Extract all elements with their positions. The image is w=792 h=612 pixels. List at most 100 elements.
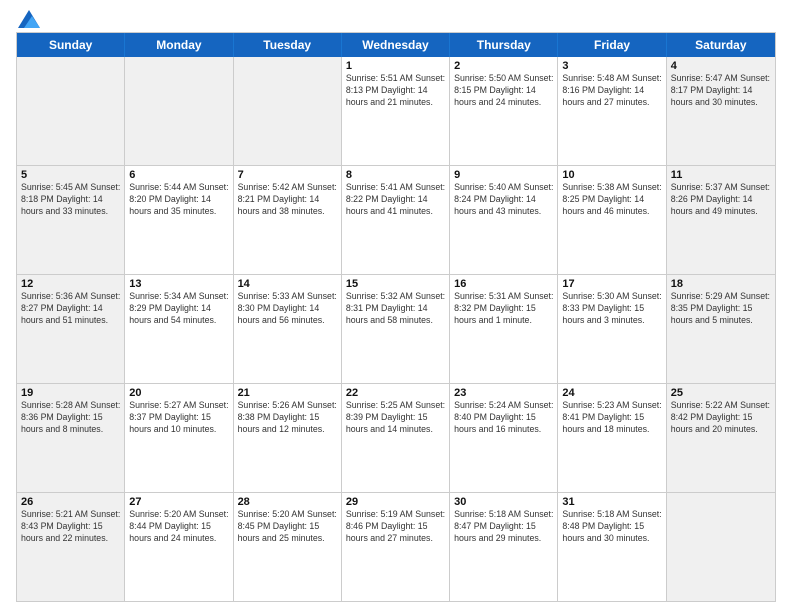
day-number: 25 — [671, 387, 771, 399]
day-info: Sunrise: 5:38 AM Sunset: 8:25 PM Dayligh… — [562, 182, 661, 218]
calendar-cell-18: 18Sunrise: 5:29 AM Sunset: 8:35 PM Dayli… — [667, 275, 775, 383]
day-info: Sunrise: 5:34 AM Sunset: 8:29 PM Dayligh… — [129, 291, 228, 327]
calendar-cell-15: 15Sunrise: 5:32 AM Sunset: 8:31 PM Dayli… — [342, 275, 450, 383]
weekday-tuesday: Tuesday — [234, 33, 342, 57]
calendar-row-1: 5Sunrise: 5:45 AM Sunset: 8:18 PM Daylig… — [17, 166, 775, 275]
day-info: Sunrise: 5:42 AM Sunset: 8:21 PM Dayligh… — [238, 182, 337, 218]
day-info: Sunrise: 5:51 AM Sunset: 8:13 PM Dayligh… — [346, 73, 445, 109]
calendar-cell-empty-4-6 — [667, 493, 775, 601]
day-number: 30 — [454, 496, 553, 508]
day-info: Sunrise: 5:32 AM Sunset: 8:31 PM Dayligh… — [346, 291, 445, 327]
calendar-cell-16: 16Sunrise: 5:31 AM Sunset: 8:32 PM Dayli… — [450, 275, 558, 383]
day-number: 16 — [454, 278, 553, 290]
day-number: 2 — [454, 60, 553, 72]
day-info: Sunrise: 5:25 AM Sunset: 8:39 PM Dayligh… — [346, 400, 445, 436]
day-number: 26 — [21, 496, 120, 508]
day-number: 17 — [562, 278, 661, 290]
calendar-cell-6: 6Sunrise: 5:44 AM Sunset: 8:20 PM Daylig… — [125, 166, 233, 274]
calendar-cell-25: 25Sunrise: 5:22 AM Sunset: 8:42 PM Dayli… — [667, 384, 775, 492]
day-info: Sunrise: 5:36 AM Sunset: 8:27 PM Dayligh… — [21, 291, 120, 327]
day-info: Sunrise: 5:20 AM Sunset: 8:44 PM Dayligh… — [129, 509, 228, 545]
day-info: Sunrise: 5:31 AM Sunset: 8:32 PM Dayligh… — [454, 291, 553, 327]
day-info: Sunrise: 5:22 AM Sunset: 8:42 PM Dayligh… — [671, 400, 771, 436]
calendar-cell-7: 7Sunrise: 5:42 AM Sunset: 8:21 PM Daylig… — [234, 166, 342, 274]
day-info: Sunrise: 5:23 AM Sunset: 8:41 PM Dayligh… — [562, 400, 661, 436]
day-info: Sunrise: 5:20 AM Sunset: 8:45 PM Dayligh… — [238, 509, 337, 545]
calendar-cell-22: 22Sunrise: 5:25 AM Sunset: 8:39 PM Dayli… — [342, 384, 450, 492]
calendar-cell-3: 3Sunrise: 5:48 AM Sunset: 8:16 PM Daylig… — [558, 57, 666, 165]
calendar-row-3: 19Sunrise: 5:28 AM Sunset: 8:36 PM Dayli… — [17, 384, 775, 493]
day-number: 24 — [562, 387, 661, 399]
calendar-cell-10: 10Sunrise: 5:38 AM Sunset: 8:25 PM Dayli… — [558, 166, 666, 274]
calendar-cell-empty-0-0 — [17, 57, 125, 165]
day-number: 31 — [562, 496, 661, 508]
day-info: Sunrise: 5:18 AM Sunset: 8:47 PM Dayligh… — [454, 509, 553, 545]
weekday-friday: Friday — [558, 33, 666, 57]
day-number: 4 — [671, 60, 771, 72]
day-info: Sunrise: 5:19 AM Sunset: 8:46 PM Dayligh… — [346, 509, 445, 545]
calendar-cell-2: 2Sunrise: 5:50 AM Sunset: 8:15 PM Daylig… — [450, 57, 558, 165]
calendar-cell-19: 19Sunrise: 5:28 AM Sunset: 8:36 PM Dayli… — [17, 384, 125, 492]
day-number: 20 — [129, 387, 228, 399]
day-info: Sunrise: 5:48 AM Sunset: 8:16 PM Dayligh… — [562, 73, 661, 109]
calendar-cell-27: 27Sunrise: 5:20 AM Sunset: 8:44 PM Dayli… — [125, 493, 233, 601]
calendar-cell-20: 20Sunrise: 5:27 AM Sunset: 8:37 PM Dayli… — [125, 384, 233, 492]
day-info: Sunrise: 5:45 AM Sunset: 8:18 PM Dayligh… — [21, 182, 120, 218]
weekday-sunday: Sunday — [17, 33, 125, 57]
day-info: Sunrise: 5:27 AM Sunset: 8:37 PM Dayligh… — [129, 400, 228, 436]
calendar-cell-8: 8Sunrise: 5:41 AM Sunset: 8:22 PM Daylig… — [342, 166, 450, 274]
day-info: Sunrise: 5:21 AM Sunset: 8:43 PM Dayligh… — [21, 509, 120, 545]
day-info: Sunrise: 5:26 AM Sunset: 8:38 PM Dayligh… — [238, 400, 337, 436]
header — [16, 10, 776, 24]
day-number: 19 — [21, 387, 120, 399]
calendar-cell-21: 21Sunrise: 5:26 AM Sunset: 8:38 PM Dayli… — [234, 384, 342, 492]
calendar-row-0: 1Sunrise: 5:51 AM Sunset: 8:13 PM Daylig… — [17, 57, 775, 166]
logo-icon — [18, 10, 40, 28]
calendar-cell-26: 26Sunrise: 5:21 AM Sunset: 8:43 PM Dayli… — [17, 493, 125, 601]
calendar-row-4: 26Sunrise: 5:21 AM Sunset: 8:43 PM Dayli… — [17, 493, 775, 601]
day-number: 22 — [346, 387, 445, 399]
day-number: 10 — [562, 169, 661, 181]
day-info: Sunrise: 5:44 AM Sunset: 8:20 PM Dayligh… — [129, 182, 228, 218]
day-number: 28 — [238, 496, 337, 508]
day-number: 7 — [238, 169, 337, 181]
calendar-cell-11: 11Sunrise: 5:37 AM Sunset: 8:26 PM Dayli… — [667, 166, 775, 274]
calendar-cell-29: 29Sunrise: 5:19 AM Sunset: 8:46 PM Dayli… — [342, 493, 450, 601]
day-number: 23 — [454, 387, 553, 399]
calendar-cell-5: 5Sunrise: 5:45 AM Sunset: 8:18 PM Daylig… — [17, 166, 125, 274]
day-info: Sunrise: 5:33 AM Sunset: 8:30 PM Dayligh… — [238, 291, 337, 327]
day-info: Sunrise: 5:47 AM Sunset: 8:17 PM Dayligh… — [671, 73, 771, 109]
day-number: 21 — [238, 387, 337, 399]
weekday-monday: Monday — [125, 33, 233, 57]
calendar-row-2: 12Sunrise: 5:36 AM Sunset: 8:27 PM Dayli… — [17, 275, 775, 384]
day-number: 15 — [346, 278, 445, 290]
day-number: 5 — [21, 169, 120, 181]
day-info: Sunrise: 5:50 AM Sunset: 8:15 PM Dayligh… — [454, 73, 553, 109]
logo — [16, 10, 40, 24]
day-info: Sunrise: 5:37 AM Sunset: 8:26 PM Dayligh… — [671, 182, 771, 218]
day-number: 13 — [129, 278, 228, 290]
day-number: 14 — [238, 278, 337, 290]
day-info: Sunrise: 5:29 AM Sunset: 8:35 PM Dayligh… — [671, 291, 771, 327]
day-info: Sunrise: 5:40 AM Sunset: 8:24 PM Dayligh… — [454, 182, 553, 218]
page: SundayMondayTuesdayWednesdayThursdayFrid… — [0, 0, 792, 612]
day-number: 12 — [21, 278, 120, 290]
calendar-cell-28: 28Sunrise: 5:20 AM Sunset: 8:45 PM Dayli… — [234, 493, 342, 601]
calendar-cell-13: 13Sunrise: 5:34 AM Sunset: 8:29 PM Dayli… — [125, 275, 233, 383]
day-number: 9 — [454, 169, 553, 181]
weekday-thursday: Thursday — [450, 33, 558, 57]
calendar-cell-17: 17Sunrise: 5:30 AM Sunset: 8:33 PM Dayli… — [558, 275, 666, 383]
calendar-cell-30: 30Sunrise: 5:18 AM Sunset: 8:47 PM Dayli… — [450, 493, 558, 601]
day-number: 18 — [671, 278, 771, 290]
calendar-cell-23: 23Sunrise: 5:24 AM Sunset: 8:40 PM Dayli… — [450, 384, 558, 492]
day-number: 27 — [129, 496, 228, 508]
day-number: 3 — [562, 60, 661, 72]
calendar-cell-empty-0-2 — [234, 57, 342, 165]
weekday-wednesday: Wednesday — [342, 33, 450, 57]
calendar-cell-12: 12Sunrise: 5:36 AM Sunset: 8:27 PM Dayli… — [17, 275, 125, 383]
day-info: Sunrise: 5:30 AM Sunset: 8:33 PM Dayligh… — [562, 291, 661, 327]
calendar-header: SundayMondayTuesdayWednesdayThursdayFrid… — [17, 33, 775, 57]
day-info: Sunrise: 5:41 AM Sunset: 8:22 PM Dayligh… — [346, 182, 445, 218]
day-info: Sunrise: 5:18 AM Sunset: 8:48 PM Dayligh… — [562, 509, 661, 545]
day-number: 8 — [346, 169, 445, 181]
